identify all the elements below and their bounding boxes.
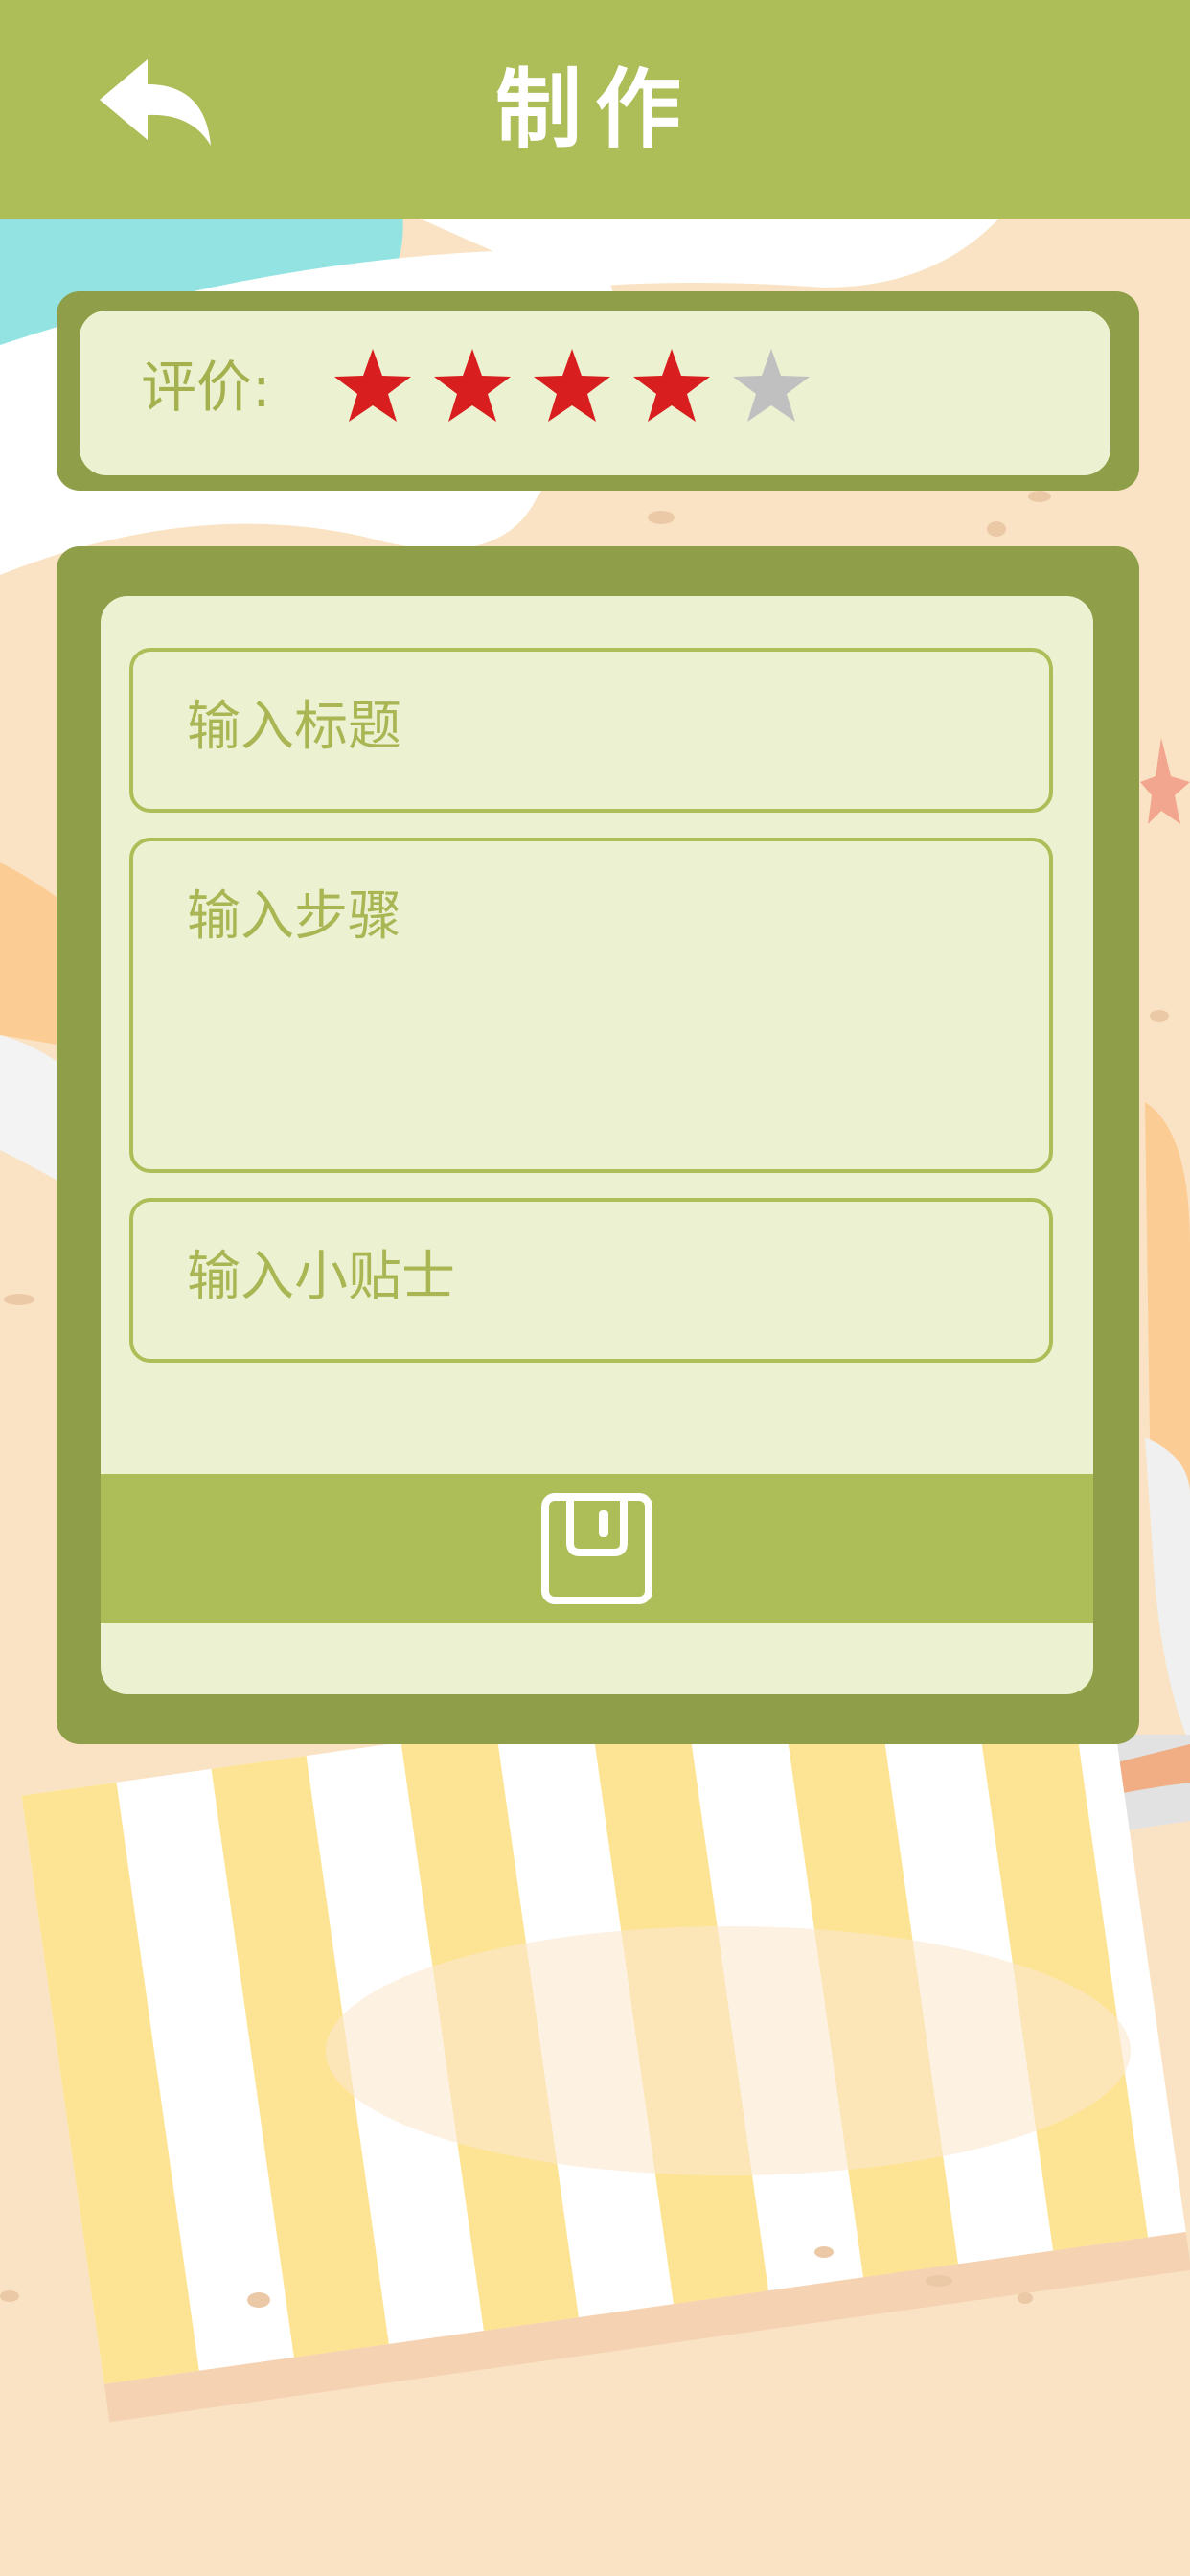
star-filled-icon[interactable] <box>434 345 534 431</box>
tips-input[interactable]: 输入小贴士 <box>129 1198 1053 1363</box>
rating-label: 评价: <box>141 355 271 420</box>
rating-card: 评价: <box>57 291 1139 491</box>
save-button[interactable] <box>101 1474 1093 1623</box>
star-filled-icon[interactable] <box>534 345 633 431</box>
steps-input[interactable]: 输入步骤 <box>129 838 1053 1173</box>
star-filled-icon[interactable] <box>633 345 733 431</box>
rating-panel: 评价: <box>80 310 1110 475</box>
tips-input-placeholder: 输入小贴士 <box>187 1246 455 1308</box>
star-filled-icon[interactable] <box>334 345 434 431</box>
app-header: 制作 <box>0 0 1190 218</box>
page-title: 制作 <box>495 59 695 160</box>
title-input[interactable]: 输入标题 <box>129 648 1053 813</box>
title-input-placeholder: 输入标题 <box>187 696 401 758</box>
recipe-form: 输入标题 输入步骤 输入小贴士 <box>101 596 1093 1694</box>
recipe-editor-screen: 制作 评价: 输入标题 输入步骤 输入小贴士 <box>0 0 1190 2576</box>
steps-input-placeholder: 输入步骤 <box>187 886 401 948</box>
star-empty-icon[interactable] <box>733 345 833 431</box>
floppy-disk-icon <box>541 1493 652 1604</box>
star-rating[interactable] <box>334 345 833 431</box>
recipe-form-card: 输入标题 输入步骤 输入小贴士 <box>57 546 1139 1744</box>
